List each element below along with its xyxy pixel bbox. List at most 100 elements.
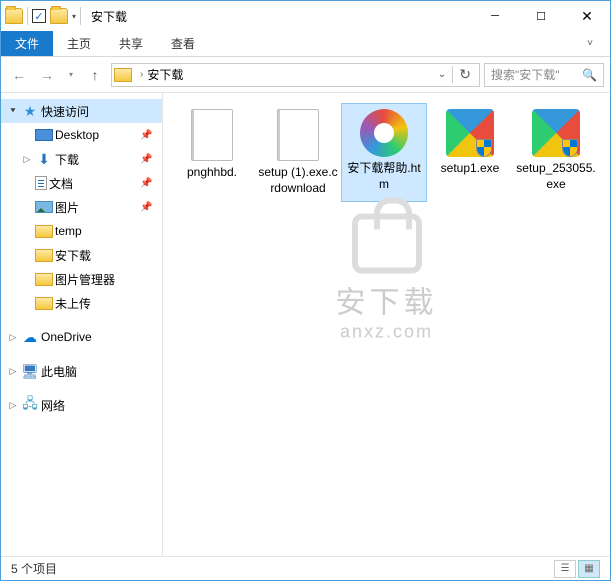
file-item[interactable]: setup1.exe [427, 103, 513, 202]
sidebar-item-label: 文档 [49, 175, 73, 192]
file-icon [360, 109, 408, 157]
folder-icon[interactable] [5, 8, 23, 24]
title-bar: ✓ ▾ 安下载 ─ ☐ ✕ [1, 1, 610, 31]
sidebar-item-label: 快速访问 [41, 103, 89, 120]
file-list[interactable]: 安下载 anxz.com pnghhbd. setup (1).exe.crdow… [163, 93, 610, 556]
address-path[interactable]: 安下载 [147, 66, 183, 83]
sidebar-item[interactable]: 图片管理器 [1, 267, 162, 291]
tab-view[interactable]: 查看 [157, 31, 209, 56]
download-icon: ⬇ [35, 151, 53, 167]
chevron-right-icon[interactable]: ▷ [7, 400, 19, 411]
pin-icon: 📌 [140, 178, 152, 189]
file-item[interactable]: pnghhbd. [169, 103, 255, 202]
search-icon: 🔍 [582, 68, 597, 82]
watermark-en: anxz.com [336, 322, 438, 343]
chevron-right-icon[interactable]: ▷ [21, 154, 33, 165]
sidebar-item[interactable]: 文档 📌 [1, 171, 162, 195]
file-label: setup (1).exe.crdownload [257, 165, 339, 196]
sidebar-item-label: 安下载 [55, 247, 91, 264]
desktop-icon [35, 129, 53, 141]
pin-icon: 📌 [140, 202, 152, 213]
new-folder-button[interactable] [50, 8, 68, 24]
ribbon-expand-button[interactable]: ˅ [570, 31, 610, 56]
cloud-icon: ☁ [21, 329, 39, 345]
view-switcher: ☰ ▦ [554, 560, 600, 578]
file-item[interactable]: setup (1).exe.crdownload [255, 103, 341, 202]
ribbon-tabs: 文件 主页 共享 查看 ˅ [1, 31, 610, 57]
back-button[interactable]: ← [7, 63, 31, 87]
file-label: setup1.exe [441, 161, 500, 177]
pin-icon: 📌 [140, 154, 152, 165]
body: ⯆ ★ 快速访问 Desktop📌▷⬇下载📌文档📌图片📌temp安下载图片管理器… [1, 93, 610, 556]
sidebar-item-label: Desktop [55, 128, 99, 142]
search-placeholder: 搜索"安下载" [491, 66, 560, 83]
sidebar-item-label: 此电脑 [41, 363, 77, 380]
navigation-pane: ⯆ ★ 快速访问 Desktop📌▷⬇下载📌文档📌图片📌temp安下载图片管理器… [1, 93, 163, 556]
refresh-button[interactable]: ↻ [452, 66, 477, 83]
pin-icon: 📌 [140, 130, 152, 141]
sidebar-item[interactable]: ▷⬇下载 📌 [1, 147, 162, 171]
search-input[interactable]: 搜索"安下载" 🔍 [484, 63, 604, 87]
forward-button[interactable]: → [35, 63, 59, 87]
status-bar: 5 个项目 ☰ ▦ [1, 556, 610, 580]
chevron-down-icon[interactable]: ⯆ [7, 106, 19, 117]
pics-icon [35, 201, 53, 213]
file-label: pnghhbd. [187, 165, 237, 181]
minimize-button[interactable]: ─ [472, 1, 518, 31]
chevron-right-icon[interactable]: › [136, 69, 147, 80]
window-controls: ─ ☐ ✕ [472, 1, 610, 31]
file-icon [446, 109, 494, 157]
maximize-button[interactable]: ☐ [518, 1, 564, 31]
tab-share[interactable]: 共享 [105, 31, 157, 56]
sidebar-item[interactable]: 安下载 [1, 243, 162, 267]
file-icon [532, 109, 580, 157]
status-text: 5 个项目 [11, 560, 57, 577]
file-item[interactable]: setup_253055.exe [513, 103, 599, 202]
sidebar-this-pc[interactable]: ▷ 🖥 此电脑 [1, 359, 162, 383]
file-icon [277, 109, 319, 161]
shield-icon [476, 139, 492, 157]
sidebar-item-label: temp [55, 224, 82, 238]
close-button[interactable]: ✕ [564, 1, 610, 31]
shield-icon [562, 139, 578, 157]
chevron-right-icon[interactable]: ▷ [7, 332, 19, 343]
separator [80, 7, 81, 25]
sidebar-item[interactable]: 图片 📌 [1, 195, 162, 219]
quick-access-toolbar: ✓ ▾ [5, 7, 81, 25]
chevron-right-icon[interactable]: ▷ [7, 366, 19, 377]
navigation-bar: ← → ▾ ↑ › 安下载 ⌄ ↻ 搜索"安下载" 🔍 [1, 57, 610, 93]
sidebar-item-label: 下载 [55, 151, 79, 168]
sidebar-item[interactable]: temp [1, 219, 162, 243]
file-icon [191, 109, 233, 161]
file-label: setup_253055.exe [515, 161, 597, 192]
separator [27, 7, 28, 25]
qat-dropdown-icon[interactable]: ▾ [72, 12, 76, 21]
sidebar-item[interactable]: Desktop 📌 [1, 123, 162, 147]
folder-icon [114, 68, 132, 82]
title-label: 安下载 [91, 10, 127, 24]
sidebar-item[interactable]: 未上传 [1, 291, 162, 315]
folder-icon [35, 225, 53, 238]
tab-file[interactable]: 文件 [1, 31, 53, 56]
sidebar-quick-access[interactable]: ⯆ ★ 快速访问 [1, 99, 162, 123]
icons-view-button[interactable]: ▦ [578, 560, 600, 578]
sidebar-network[interactable]: ▷ 🖧 网络 [1, 393, 162, 417]
folder-icon [35, 249, 53, 262]
history-dropdown-icon[interactable]: ▾ [63, 63, 79, 87]
tab-home[interactable]: 主页 [53, 31, 105, 56]
sidebar-onedrive[interactable]: ▷ ☁ OneDrive [1, 325, 162, 349]
network-icon: 🖧 [21, 397, 39, 413]
star-icon: ★ [21, 103, 39, 119]
file-label: 安下载帮助.htm [343, 161, 425, 192]
file-item[interactable]: 安下载帮助.htm [341, 103, 427, 202]
watermark-cn: 安下载 [336, 278, 438, 322]
up-button[interactable]: ↑ [83, 63, 107, 87]
bag-icon [352, 214, 422, 274]
properties-button[interactable]: ✓ [32, 9, 46, 23]
address-bar[interactable]: › 安下载 ⌄ ↻ [111, 63, 480, 87]
address-dropdown-icon[interactable]: ⌄ [432, 69, 452, 80]
window-title: 安下载 [91, 8, 127, 25]
sidebar-item-label: 图片 [55, 199, 79, 216]
details-view-button[interactable]: ☰ [554, 560, 576, 578]
folder-icon [35, 297, 53, 310]
